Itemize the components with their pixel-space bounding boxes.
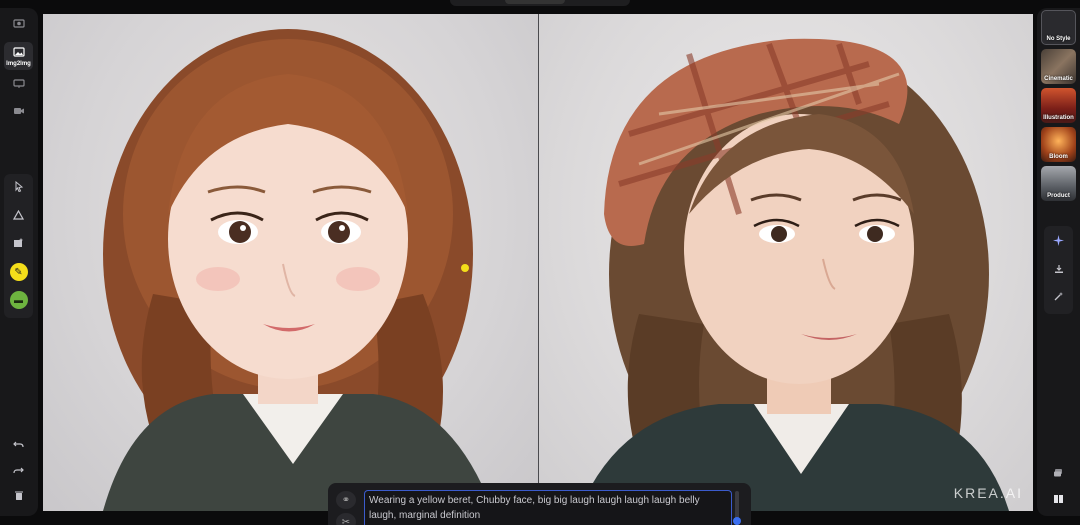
brush-cursor-dot	[461, 264, 469, 272]
strength-slider[interactable]	[733, 491, 741, 525]
image-add-icon	[13, 237, 24, 251]
video-icon	[13, 105, 25, 119]
mode-video[interactable]	[4, 98, 33, 126]
top-handle[interactable]	[505, 0, 565, 4]
tool-add-image[interactable]	[4, 230, 33, 258]
enhance-button[interactable]	[1044, 228, 1073, 256]
undo-button[interactable]	[4, 431, 33, 459]
triangle-shape-icon	[12, 209, 25, 223]
input-portrait	[103, 29, 493, 511]
tool-group: ✎ ▬	[4, 174, 33, 318]
style-label: Product	[1047, 193, 1070, 199]
view-tools	[1044, 460, 1073, 516]
mode-img2img-label: Img2Img	[6, 60, 31, 67]
style-panel: No Style Cinematic Illustration Bloom Pr…	[1037, 8, 1080, 516]
magic-wand-icon	[1053, 291, 1064, 305]
output-portrait	[579, 38, 1009, 511]
picture-icon: ▬	[9, 291, 28, 309]
mode-img2img[interactable]: Img2Img	[4, 42, 33, 70]
undo-icon	[13, 438, 24, 452]
left-toolbar: Img2Img ✎ ▬	[0, 8, 38, 516]
layers-button[interactable]	[1044, 460, 1073, 488]
style-no-style[interactable]: No Style	[1041, 10, 1076, 45]
enhance-tools	[1044, 226, 1073, 314]
mode-realtime[interactable]	[4, 71, 33, 99]
link-icon: ⚭	[341, 494, 351, 506]
camera-icon	[12, 17, 25, 31]
mode-camera[interactable]	[4, 10, 33, 38]
style-label: Cinematic	[1044, 76, 1073, 82]
shuffle-button[interactable]: ✂	[336, 513, 356, 525]
prompt-text: Wearing a yellow beret, Chubby face, big…	[369, 495, 700, 521]
prompt-actions: ⚭ ✂	[336, 491, 356, 525]
link-button[interactable]: ⚭	[336, 491, 356, 509]
style-product[interactable]: Product	[1041, 166, 1076, 201]
download-icon	[1054, 264, 1064, 277]
tool-shape[interactable]	[4, 202, 33, 230]
image-icon	[12, 46, 25, 60]
brush-icon: ✎	[9, 263, 28, 281]
prompt-input[interactable]: Wearing a yellow beret, Chubby face, big…	[364, 490, 732, 525]
redo-icon	[13, 464, 24, 478]
download-button[interactable]	[1044, 256, 1073, 284]
style-label: No Style	[1046, 36, 1071, 42]
input-image[interactable]	[43, 14, 538, 511]
style-label: Bloom	[1049, 154, 1068, 160]
output-image[interactable]: KREA.AI	[539, 14, 1033, 511]
monitor-icon	[12, 78, 25, 92]
tool-brush[interactable]: ✎	[4, 258, 33, 286]
top-notch	[450, 0, 630, 6]
style-illustration[interactable]: Illustration	[1041, 88, 1076, 123]
trash-icon	[14, 490, 24, 504]
magic-button[interactable]	[1044, 284, 1073, 312]
tool-select[interactable]	[4, 174, 33, 202]
slider-thumb[interactable]	[733, 517, 741, 525]
canvas[interactable]: KREA.AI	[43, 14, 1033, 511]
split-view-icon	[1053, 494, 1064, 507]
tool-picture[interactable]: ▬	[4, 286, 33, 314]
mode-group: Img2Img	[4, 10, 33, 120]
shuffle-icon: ✂	[341, 516, 351, 525]
style-bloom[interactable]: Bloom	[1041, 127, 1076, 162]
delete-button[interactable]	[4, 483, 33, 511]
sparkle-icon	[1053, 235, 1064, 249]
history-group	[4, 431, 33, 515]
redo-button[interactable]	[4, 457, 33, 485]
krea-watermark: KREA.AI	[953, 485, 1023, 501]
layers-icon	[1053, 468, 1064, 481]
prompt-bar: ⚭ ✂ Wearing a yellow beret, Chubby face,…	[328, 483, 751, 525]
style-cinematic[interactable]: Cinematic	[1041, 49, 1076, 84]
style-label: Illustration	[1043, 115, 1074, 121]
split-view-button[interactable]	[1044, 486, 1073, 514]
cursor-icon	[14, 180, 24, 195]
